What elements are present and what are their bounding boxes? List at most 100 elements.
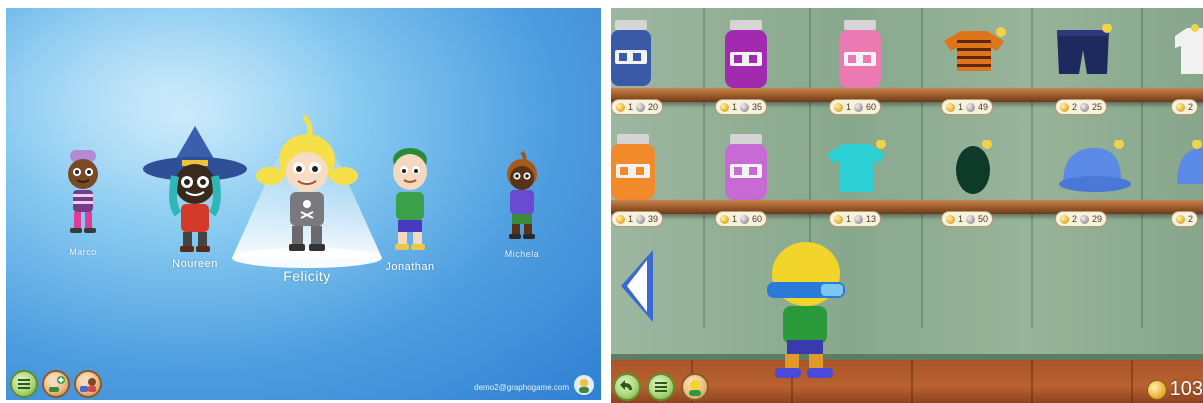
- character-name-felicity: Felicity: [283, 268, 331, 284]
- character-name-noureen: Noureen: [172, 258, 218, 270]
- character-jonathan-figure: [393, 148, 427, 250]
- character-marco[interactable]: Marco: [48, 148, 118, 257]
- shop-item-white-shirt[interactable]: [1171, 24, 1203, 80]
- price-tag: 1 35: [715, 99, 768, 115]
- wall-plank-line: [1031, 8, 1033, 328]
- wall-plank-line: [921, 8, 923, 328]
- price-tag: 1 13: [829, 211, 882, 227]
- gold-price: 2: [1188, 102, 1194, 112]
- silver-price: 49: [978, 102, 989, 112]
- avatar-button[interactable]: [681, 373, 709, 401]
- gold-coin-icon: [720, 102, 729, 112]
- silver-price: 13: [866, 214, 877, 224]
- gold-coin-icon: [1060, 102, 1069, 112]
- list-icon: [18, 379, 30, 389]
- shelf-top: [611, 88, 1203, 102]
- character-select-screen: Marco Noureen Felicity Jonathan Michela …: [6, 8, 601, 400]
- character-michela-figure: [507, 150, 537, 239]
- gold-coin-icon: [1060, 214, 1069, 224]
- price-tag: 1 50: [941, 211, 994, 227]
- clothing-shop-screen: 1 20 1 35 1 60 1 49 2 25 2 1 39 1 60 1 1…: [611, 8, 1203, 403]
- gold-coin-icon: [946, 102, 955, 112]
- add-player-button[interactable]: [42, 370, 70, 398]
- character-felicity[interactable]: Felicity: [252, 114, 362, 284]
- silver-price: 60: [866, 102, 877, 112]
- player-avatar: [767, 242, 845, 378]
- list-menu-button[interactable]: [10, 370, 38, 398]
- price-tag: 1 60: [715, 211, 768, 227]
- silver-coin-icon: [854, 102, 864, 112]
- shop-item-jar-pink[interactable]: [837, 18, 883, 90]
- character-jonathan[interactable]: Jonathan: [378, 142, 442, 273]
- gold-coin-icon: [834, 102, 843, 112]
- shop-item-blue-cap-2[interactable]: [1169, 140, 1203, 196]
- price-tag: 1 20: [611, 99, 664, 115]
- silver-price: 35: [752, 102, 763, 112]
- list-menu-button[interactable]: [647, 373, 675, 401]
- gold-price: 1: [958, 214, 964, 224]
- left-arrow-icon[interactable]: [617, 246, 657, 326]
- gold-coin-icon: [616, 214, 625, 224]
- character-name-marco: Marco: [69, 247, 97, 257]
- add-player-icon: [49, 376, 65, 392]
- silver-price: 60: [752, 214, 763, 224]
- list-icon: [655, 382, 667, 392]
- gold-price: 2: [1072, 102, 1078, 112]
- silver-coin-icon: [1080, 214, 1090, 224]
- character-name-michela: Michela: [504, 249, 540, 259]
- shop-item-navy-shorts[interactable]: [1053, 24, 1113, 80]
- character-select-toolbar: [10, 370, 102, 398]
- silver-coin-icon: [854, 214, 864, 224]
- shop-item-jar-purple[interactable]: [723, 18, 769, 90]
- gold-coin-icon: [1146, 379, 1167, 400]
- shop-toolbar: [613, 373, 709, 401]
- shop-item-blue-cap[interactable]: [1055, 140, 1131, 196]
- gold-price: 1: [628, 214, 634, 224]
- gold-price: 1: [732, 102, 738, 112]
- price-tag: 2: [1171, 211, 1199, 227]
- character-noureen-figure: [143, 126, 247, 252]
- silver-coin-icon: [1080, 102, 1090, 112]
- gold-coin-icon: [720, 214, 729, 224]
- profile-icon[interactable]: [573, 374, 595, 396]
- price-tag: 2 29: [1055, 211, 1108, 227]
- back-arrow-icon: [620, 380, 632, 390]
- avatar-icon: [689, 380, 701, 396]
- wall-plank-line: [1141, 8, 1143, 328]
- silver-price: 29: [1092, 214, 1103, 224]
- screenshot-composite: Marco Noureen Felicity Jonathan Michela …: [0, 0, 1203, 403]
- gold-price: 1: [846, 102, 852, 112]
- gold-price: 1: [732, 214, 738, 224]
- silver-coin-icon: [740, 214, 750, 224]
- coin-balance-value: 103: [1169, 378, 1203, 400]
- silver-price: 20: [648, 102, 659, 112]
- gold-price: 2: [1072, 214, 1078, 224]
- shop-item-jar-orange[interactable]: [611, 132, 655, 202]
- shop-item-cyan-shirt[interactable]: [823, 140, 889, 196]
- price-tag: 2 25: [1055, 99, 1108, 115]
- shop-item-green-beanie[interactable]: [953, 140, 993, 198]
- silver-price: 39: [648, 214, 659, 224]
- floor-board-line: [911, 360, 913, 403]
- wall-plank-line: [703, 8, 705, 328]
- character-felicity-figure: [256, 114, 358, 251]
- character-michela[interactable]: Michela: [494, 150, 550, 259]
- back-button[interactable]: [613, 373, 641, 401]
- shop-item-jar-violet[interactable]: [723, 132, 769, 202]
- floor-board-line: [1031, 360, 1033, 403]
- gold-price: 1: [958, 102, 964, 112]
- silver-price: 25: [1092, 102, 1103, 112]
- players-group-button[interactable]: [74, 370, 102, 398]
- shop-item-striped-sweater[interactable]: [939, 26, 1009, 76]
- gold-coin-icon: [1176, 214, 1185, 224]
- price-tag: 1 60: [829, 99, 882, 115]
- price-tag: 1 49: [941, 99, 994, 115]
- silver-coin-icon: [966, 214, 976, 224]
- gold-coin-icon: [1176, 102, 1185, 112]
- gold-price: 1: [628, 102, 634, 112]
- shop-item-jar-blue[interactable]: [611, 18, 651, 88]
- coin-balance: 103: [1146, 378, 1203, 401]
- character-noureen[interactable]: Noureen: [140, 124, 250, 270]
- shelf-bottom: [611, 200, 1203, 214]
- gold-price: 2: [1188, 214, 1194, 224]
